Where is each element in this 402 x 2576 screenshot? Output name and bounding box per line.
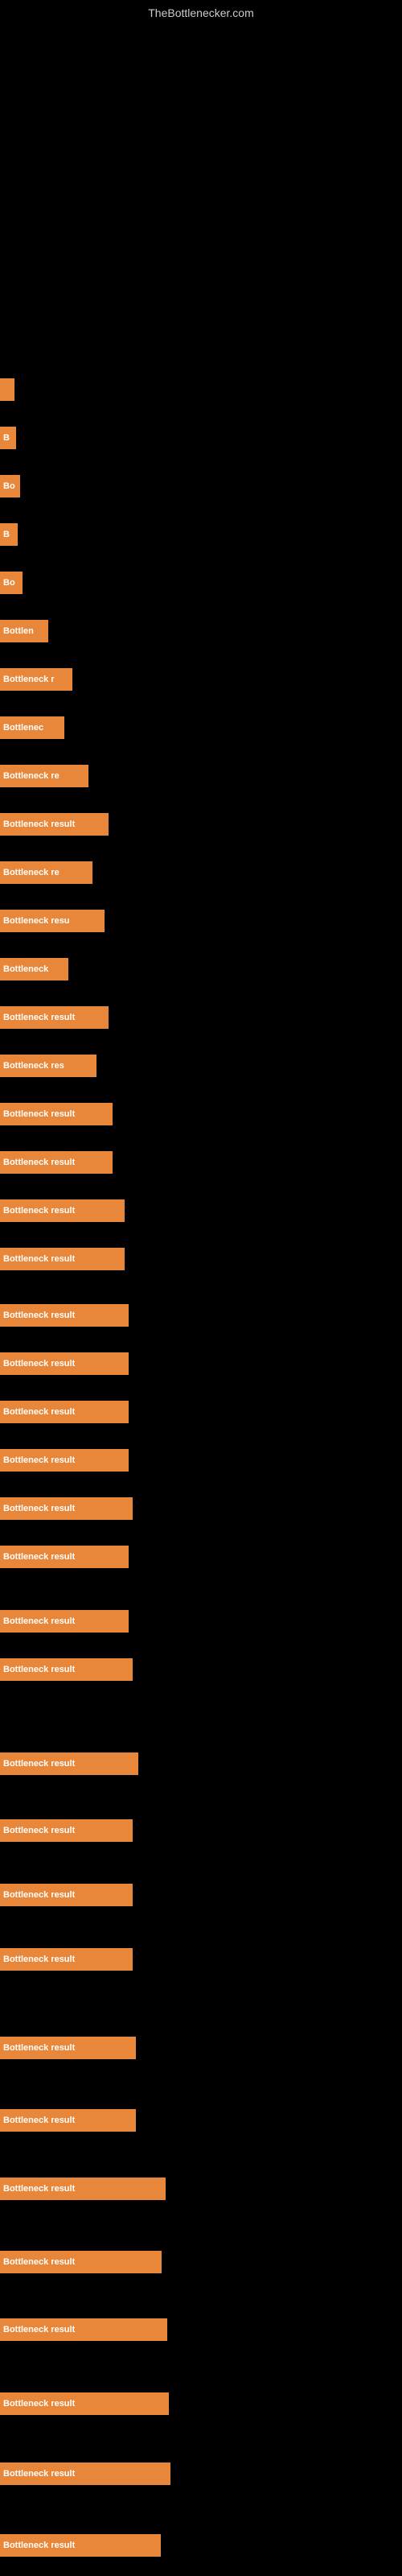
bottleneck-bar-22: Bottleneck result [0,1401,129,1423]
bottleneck-bar-39: Bottleneck result [0,2534,161,2557]
bottleneck-bar-3: Bo [0,475,20,497]
bar-label-18: Bottleneck result [3,1206,75,1216]
bar-label-31: Bottleneck result [3,1955,75,1964]
bottleneck-bar-30: Bottleneck result [0,1884,133,1906]
bar-label-36: Bottleneck result [3,2325,75,2334]
bar-label-32: Bottleneck result [3,2043,75,2053]
bottleneck-bar-9: Bottleneck re [0,765,88,787]
bar-label-9: Bottleneck re [3,771,59,781]
bottleneck-bar-18: Bottleneck result [0,1199,125,1222]
bottleneck-bar-11: Bottleneck re [0,861,92,884]
bottleneck-bar-12: Bottleneck resu [0,910,105,932]
bar-label-4: B [3,530,10,539]
bottleneck-bar-7: Bottleneck r [0,668,72,691]
bottleneck-bar-5: Bo [0,572,23,594]
bar-label-24: Bottleneck result [3,1504,75,1513]
bottleneck-bar-38: Bottleneck result [0,2462,170,2485]
bar-label-21: Bottleneck result [3,1359,75,1368]
bar-label-35: Bottleneck result [3,2257,75,2267]
bottleneck-bar-15: Bottleneck res [0,1055,96,1077]
bottleneck-bar-4: B [0,523,18,546]
bottleneck-bar-2: B [0,427,16,449]
bar-label-37: Bottleneck result [3,2399,75,2409]
bar-label-17: Bottleneck result [3,1158,75,1167]
bottleneck-bar-10: Bottleneck result [0,813,109,836]
bottleneck-bar-21: Bottleneck result [0,1352,129,1375]
bar-label-14: Bottleneck result [3,1013,75,1022]
bar-label-34: Bottleneck result [3,2184,75,2194]
bottleneck-bar-17: Bottleneck result [0,1151,113,1174]
bottleneck-bar-23: Bottleneck result [0,1449,129,1472]
bottleneck-bar-13: Bottleneck [0,958,68,980]
bottleneck-bar-1 [0,378,14,401]
bar-label-30: Bottleneck result [3,1890,75,1900]
bar-label-12: Bottleneck resu [3,916,70,926]
bar-label-28: Bottleneck result [3,1759,75,1769]
bottleneck-bar-35: Bottleneck result [0,2251,162,2273]
bar-label-22: Bottleneck result [3,1407,75,1417]
bar-label-33: Bottleneck result [3,2116,75,2125]
site-title: TheBottlenecker.com [0,0,402,23]
bottleneck-bar-28: Bottleneck result [0,1752,138,1775]
bar-label-16: Bottleneck result [3,1109,75,1119]
bar-label-39: Bottleneck result [3,2541,75,2550]
bar-label-15: Bottleneck res [3,1061,64,1071]
bar-label-38: Bottleneck result [3,2469,75,2479]
bar-label-26: Bottleneck result [3,1616,75,1626]
bar-label-13: Bottleneck [3,964,48,974]
bottleneck-bar-37: Bottleneck result [0,2392,169,2415]
bar-label-20: Bottleneck result [3,1311,75,1320]
bottleneck-bar-24: Bottleneck result [0,1497,133,1520]
bottleneck-bar-20: Bottleneck result [0,1304,129,1327]
bottleneck-bar-29: Bottleneck result [0,1819,133,1842]
bar-label-2: B [3,433,10,443]
bottleneck-bar-8: Bottlenec [0,716,64,739]
bar-label-7: Bottleneck r [3,675,55,684]
bottleneck-bar-27: Bottleneck result [0,1658,133,1681]
bar-label-23: Bottleneck result [3,1455,75,1465]
bottleneck-bar-31: Bottleneck result [0,1948,133,1971]
bar-label-10: Bottleneck result [3,819,75,829]
bar-label-6: Bottlen [3,626,34,636]
bar-label-5: Bo [3,578,15,588]
bottleneck-bar-26: Bottleneck result [0,1610,129,1633]
bar-label-8: Bottlenec [3,723,43,733]
bottleneck-bar-33: Bottleneck result [0,2109,136,2132]
bar-label-27: Bottleneck result [3,1665,75,1674]
bar-label-11: Bottleneck re [3,868,59,877]
bar-label-29: Bottleneck result [3,1826,75,1835]
bottleneck-bar-14: Bottleneck result [0,1006,109,1029]
bottleneck-bar-34: Bottleneck result [0,2178,166,2200]
bar-label-3: Bo [3,481,15,491]
bottleneck-bar-6: Bottlen [0,620,48,642]
bar-label-25: Bottleneck result [3,1552,75,1562]
bottleneck-bar-36: Bottleneck result [0,2318,167,2341]
bar-label-19: Bottleneck result [3,1254,75,1264]
bottleneck-bar-16: Bottleneck result [0,1103,113,1125]
bottleneck-bar-25: Bottleneck result [0,1546,129,1568]
bottleneck-bar-19: Bottleneck result [0,1248,125,1270]
bottleneck-bar-32: Bottleneck result [0,2037,136,2059]
